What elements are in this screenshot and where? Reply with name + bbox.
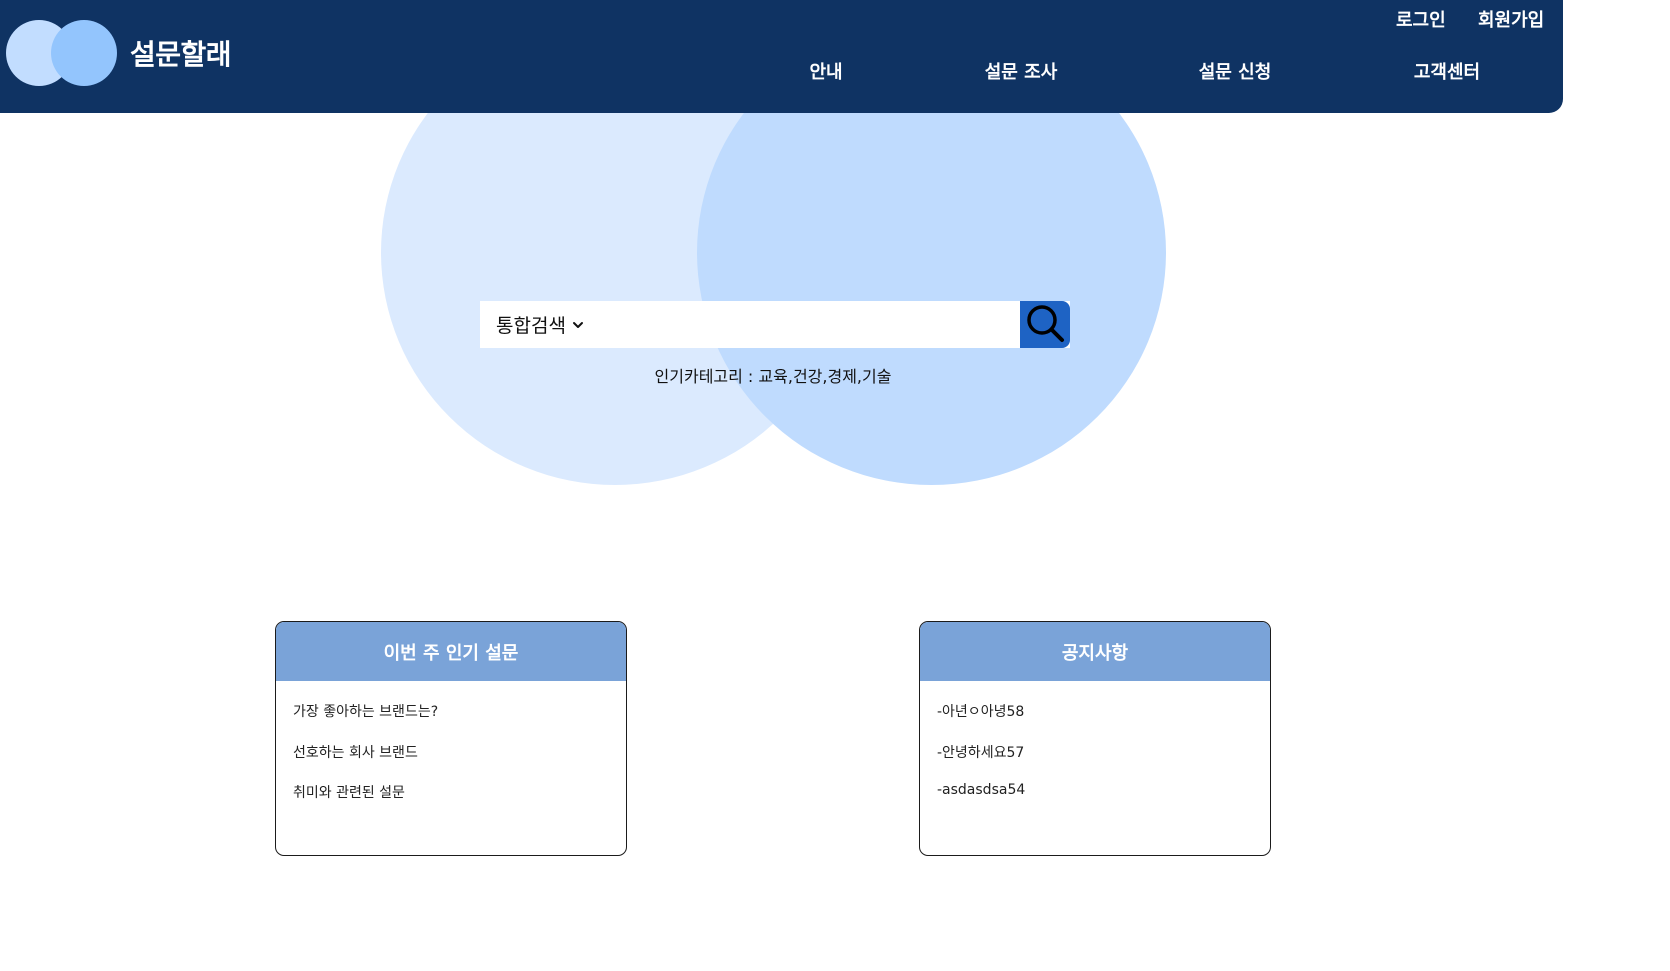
popular-categories-list[interactable]: 교육,건강,경제,기술 <box>758 367 891 386</box>
search-bar: 통합검색 <box>480 301 1070 348</box>
nav-item-survey[interactable]: 설문 조사 <box>985 58 1058 84</box>
search-category-select[interactable]: 통합검색 <box>496 301 584 348</box>
nav-item-guide[interactable]: 안내 <box>809 58 842 84</box>
chevron-down-icon <box>572 314 584 336</box>
popular-survey-item[interactable]: 취미와 관련된 설문 <box>293 782 626 823</box>
logo-text[interactable]: 설문할래 <box>130 33 232 73</box>
popular-survey-item[interactable]: 선호하는 회사 브랜드 <box>293 742 626 783</box>
search-category-label: 통합검색 <box>496 315 566 337</box>
notice-item[interactable]: -아년ㅇ아녕58 <box>937 701 1270 742</box>
popular-survey-item[interactable]: 가장 좋아하는 브랜드는? <box>293 701 626 742</box>
site-header: 설문할래 로그인 회원가입 안내 설문 조사 설문 신청 고객센터 <box>0 0 1563 113</box>
popular-categories: 인기카테고리 : 교육,건강,경제,기술 <box>0 363 1546 387</box>
nav-item-customer-center[interactable]: 고객센터 <box>1414 58 1480 84</box>
notice-item[interactable]: -asdasdsa54 <box>937 782 1270 823</box>
signup-link[interactable]: 회원가입 <box>1478 6 1544 32</box>
logo-circle-right[interactable] <box>51 20 117 86</box>
popular-surveys-title: 이번 주 인기 설문 <box>276 622 626 681</box>
search-button[interactable] <box>1020 301 1070 348</box>
notice-title: 공지사항 <box>920 622 1270 681</box>
notice-item[interactable]: -안녕하세요57 <box>937 742 1270 783</box>
search-input[interactable] <box>610 307 1014 344</box>
search-icon <box>1024 302 1066 348</box>
popular-surveys-card: 이번 주 인기 설문 가장 좋아하는 브랜드는? 선호하는 회사 브랜드 취미와… <box>275 621 627 856</box>
popular-categories-label: 인기카테고리 : <box>654 367 759 386</box>
login-link[interactable]: 로그인 <box>1396 6 1446 32</box>
nav-item-survey-request[interactable]: 설문 신청 <box>1199 58 1272 84</box>
notice-card: 공지사항 -아년ㅇ아녕58 -안녕하세요57 -asdasdsa54 <box>919 621 1271 856</box>
